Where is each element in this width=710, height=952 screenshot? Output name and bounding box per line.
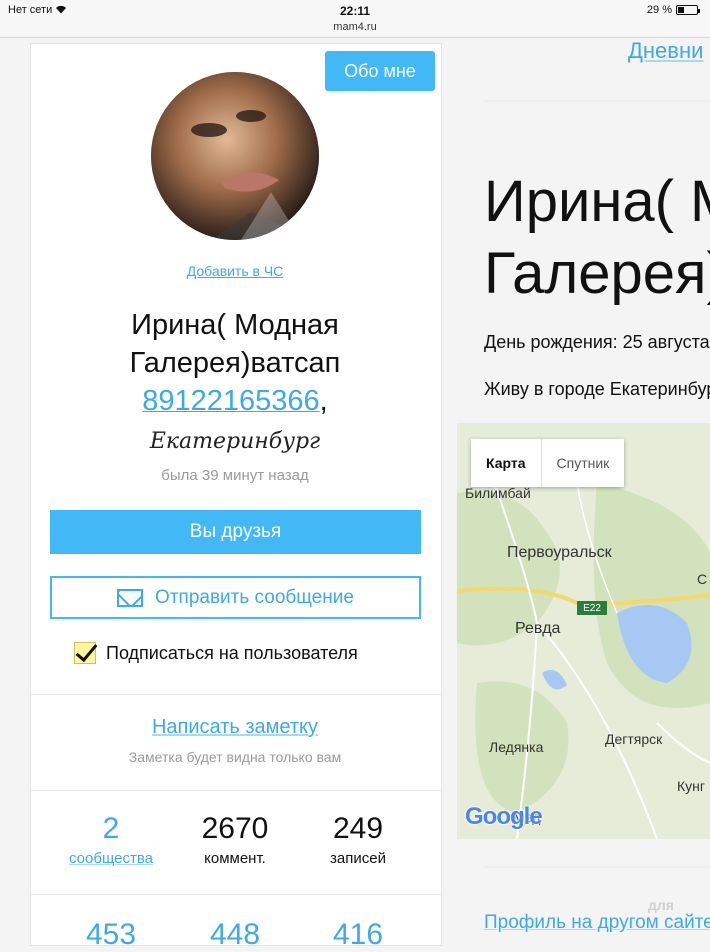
divider: [31, 790, 441, 791]
add-to-blacklist-link[interactable]: Добавить в ЧС: [0, 263, 470, 279]
subscribe-row[interactable]: Подписаться на пользователя: [74, 642, 358, 664]
send-message-label: Отправить сообщение: [155, 586, 354, 608]
map-place-label: С: [697, 571, 708, 587]
phone-suffix: ,: [319, 385, 328, 417]
stat-row2-item[interactable]: 448: [170, 918, 300, 952]
status-time: 22:11: [339, 4, 371, 18]
last-seen: была 39 минут назад: [161, 467, 309, 484]
map-place-label: Первоуральск: [507, 544, 612, 561]
page-domain[interactable]: mam4.ru: [0, 21, 710, 33]
watermark: для: [648, 897, 674, 913]
battery-indicator: 29 %: [646, 4, 700, 16]
map-type-tabs: Карта Спутник: [471, 439, 625, 487]
stat-communities[interactable]: 2 сообщества: [46, 812, 176, 867]
divider: [31, 894, 441, 895]
profile-name: Ирина( Модная Галерея)ватсап 89122165366…: [0, 306, 470, 420]
name-line-2: Галерея)ватсап: [129, 347, 341, 379]
diary-link[interactable]: Дневни: [628, 38, 703, 64]
stat-row2-item[interactable]: 416: [293, 918, 423, 952]
phone-link[interactable]: 89122165366: [142, 385, 319, 417]
lives-in-text: Живу в городе Екатеринбург: [484, 379, 710, 399]
envelope-icon: [117, 588, 144, 607]
status-bar: Нет сети 22:11 mam4.ru 29 %: [0, 0, 710, 38]
friends-button[interactable]: Вы друзья: [50, 510, 421, 554]
stat-value: 2670: [201, 812, 269, 845]
google-logo: Google: [465, 803, 543, 830]
stat-posts: 249 записей: [293, 812, 423, 867]
map-place-label: Ледянка: [489, 739, 544, 755]
name-line-3: 89122165366,: [0, 382, 470, 420]
map-place-label: Ревда: [515, 620, 561, 637]
divider: [484, 100, 710, 102]
profile-title: Ирина( М Галерея): [484, 169, 710, 306]
battery-icon: [676, 5, 700, 15]
stat-label: коммент.: [204, 850, 266, 867]
avatar-image: [151, 72, 319, 240]
divider: [31, 694, 441, 695]
subscribe-label: Подписаться на пользователя: [106, 642, 358, 663]
stat-comments: 2670 коммент.: [170, 812, 300, 867]
road-shield: E22: [577, 601, 607, 615]
subscribe-checkbox[interactable]: [74, 642, 96, 664]
stat-value: 249: [332, 812, 384, 845]
stat-value: 2: [102, 812, 120, 845]
send-message-button[interactable]: Отправить сообщение: [50, 576, 421, 619]
stat-value: 416: [332, 918, 384, 951]
birthday-text: День рождения: 25 августа: [484, 332, 710, 352]
about-me-button[interactable]: Обо мне: [325, 51, 435, 91]
map-place-label: Дегтярск: [605, 731, 663, 747]
write-note-link[interactable]: Написать заметку: [0, 716, 470, 739]
stat-row2-item[interactable]: 453: [46, 918, 176, 952]
avatar[interactable]: [151, 72, 319, 240]
stat-label: записей: [330, 850, 386, 867]
map-place-label: Кунг: [677, 778, 705, 794]
stat-value: 453: [85, 918, 137, 951]
tab-satellite[interactable]: Спутник: [542, 439, 625, 487]
stat-value: 448: [209, 918, 261, 951]
location-map[interactable]: Карта Спутник Билимбай Первоуральск Ревд…: [457, 423, 710, 839]
stat-label: сообщества: [69, 850, 153, 867]
divider: [484, 866, 710, 868]
profile-city: Екатеринбург: [149, 429, 321, 454]
map-place-label: Билимбай: [465, 485, 531, 501]
note-hint: Заметка будет видна только вам: [128, 749, 342, 765]
battery-percent: 29 %: [646, 4, 672, 16]
profile-other-site-link[interactable]: Профиль на другом сайте: [484, 912, 710, 934]
name-line-1: Ирина( Модная: [131, 309, 339, 341]
tab-map[interactable]: Карта: [471, 439, 542, 487]
